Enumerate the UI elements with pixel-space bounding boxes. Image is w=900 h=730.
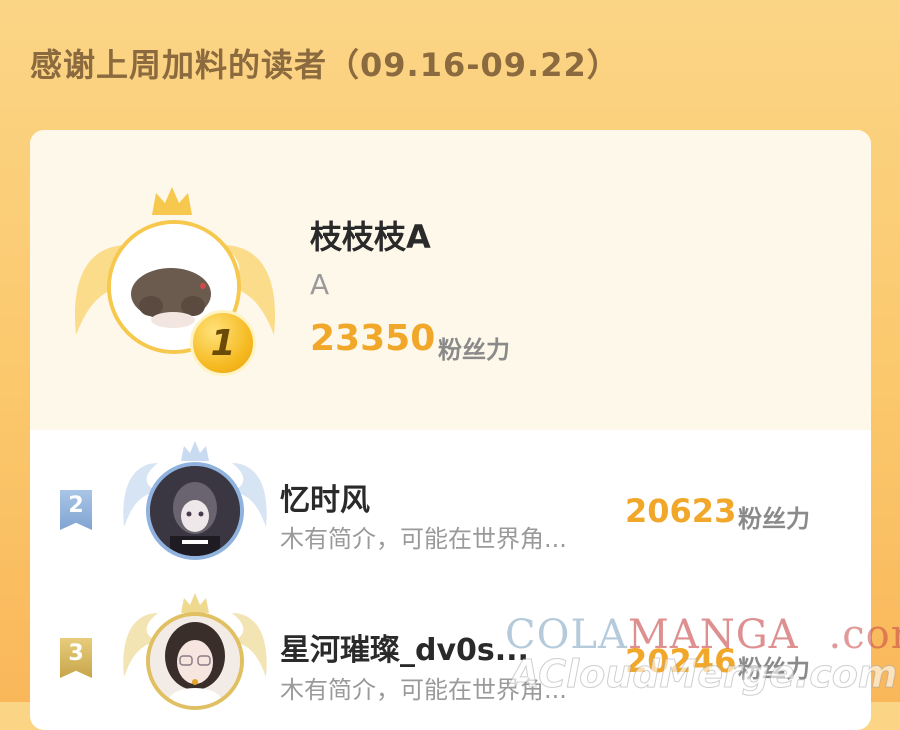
crown-icon — [181, 441, 209, 461]
top-reader-section[interactable]: 1 枝枝枝A A 23350 粉丝力 — [30, 130, 871, 430]
list-item[interactable]: 3 星河璀璨_dv0s... 木有简介，可能在世界角... 20246 粉丝力 — [30, 590, 871, 730]
reader-name[interactable]: 星河璀璨_dv0s... — [280, 625, 529, 669]
reader-name[interactable]: 忆时风 — [280, 475, 370, 519]
rank-1-medal: 1 — [190, 310, 256, 376]
avatar-image — [150, 466, 240, 556]
avatar-image — [150, 616, 240, 706]
reader-bio: A — [310, 268, 330, 301]
page-title: 感谢上周加料的读者（09.16-09.22） — [30, 46, 620, 84]
fan-power-score: 20246 — [625, 642, 737, 680]
fan-power-label: 粉丝力 — [438, 336, 510, 364]
reader-avatar-frame — [120, 590, 270, 730]
reader-bio: 木有简介，可能在世界角... — [280, 676, 567, 704]
avatar[interactable] — [146, 462, 244, 560]
reader-avatar-frame — [120, 440, 270, 580]
rank-badge-icon: 2 — [60, 490, 92, 530]
fan-power-score: 23350 — [310, 318, 436, 359]
reader-name[interactable]: 枝枝枝A — [310, 212, 431, 258]
avatar[interactable] — [146, 612, 244, 710]
fan-power-label: 粉丝力 — [738, 505, 810, 533]
crown-icon — [152, 187, 192, 215]
fan-power-score: 20623 — [625, 492, 737, 530]
top-reader-avatar-frame: 1 — [70, 185, 280, 376]
reader-ranking-card: 1 枝枝枝A A 23350 粉丝力 2 忆时风 木有简介，可能在世界角... … — [30, 130, 871, 730]
list-item[interactable]: 2 忆时风 木有简介，可能在世界角... 20623 粉丝力 — [30, 435, 871, 605]
rank-badge-icon: 3 — [60, 638, 92, 678]
crown-icon — [181, 593, 209, 613]
reader-bio: 木有简介，可能在世界角... — [280, 525, 567, 553]
fan-power-label: 粉丝力 — [738, 655, 810, 683]
